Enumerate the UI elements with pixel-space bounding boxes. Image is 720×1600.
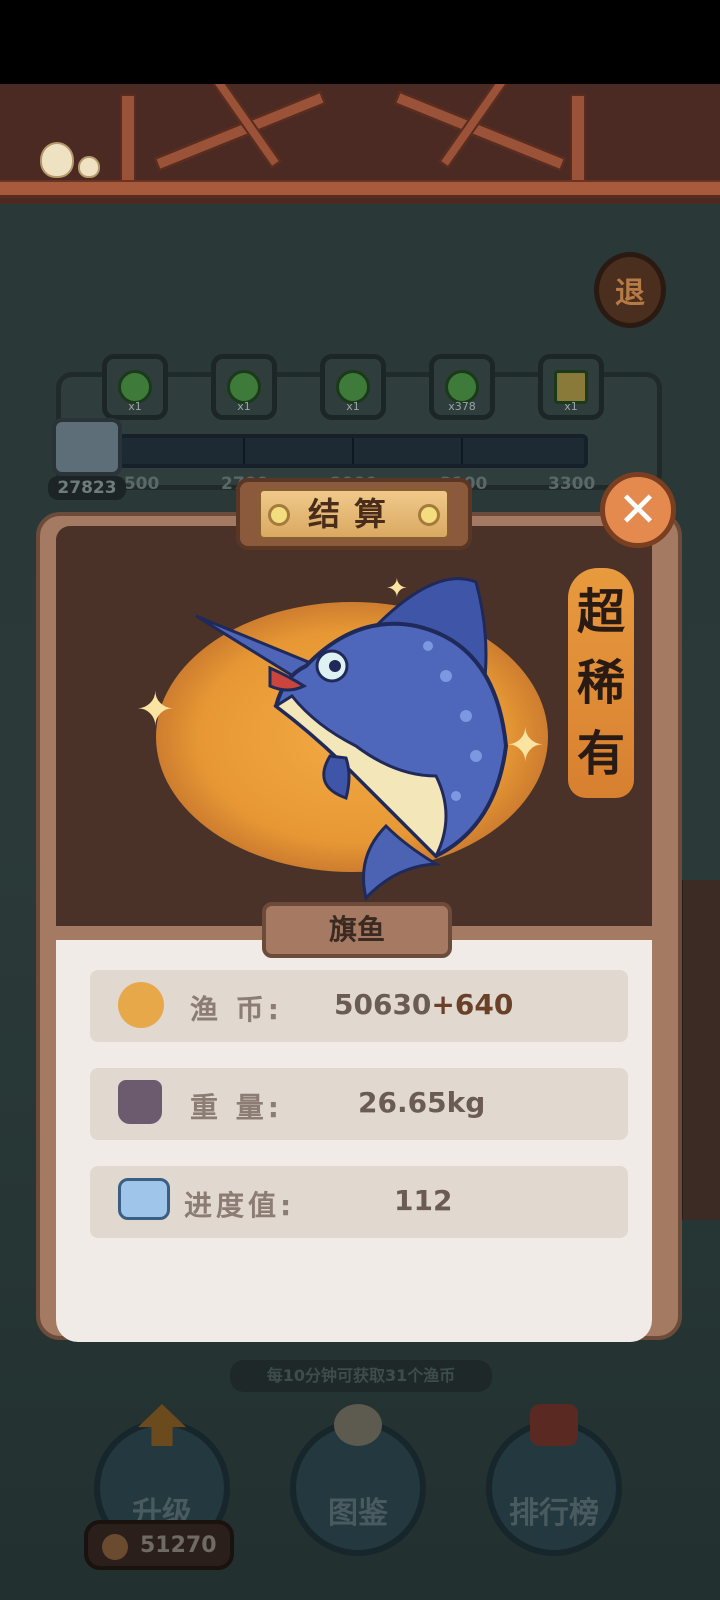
progress-divider [461,438,463,464]
coins-bonus: +640 [431,988,514,1021]
progress-card-icon [118,1178,170,1220]
swordfish-icon [195,577,509,902]
coins-value: 50630+640 [334,988,513,1021]
weight-label: 重 量: [190,1091,283,1124]
reward-count: x1 [346,400,360,413]
rivet-icon [418,504,440,526]
progress-row: 进度值: 112 [90,1166,628,1238]
check-icon [118,370,152,404]
rarity-banner: 超 稀 有 [568,568,634,798]
check-icon [336,370,370,404]
progress-divider [243,438,245,464]
progress-total: 27823 [48,476,126,500]
coins-row: 渔 币: 50630+640 [90,970,628,1042]
exit-label: 退 [615,276,645,311]
progress-card-icon [52,418,122,476]
roof-beams [0,84,720,204]
rarity-char: 有 [576,726,625,783]
coins-base: 50630 [334,988,432,1021]
ticket-icon [554,370,588,404]
status-bar [0,0,720,84]
dock [680,880,720,1220]
coin-hint: 每10分钟可获取31个渔币 [230,1360,492,1392]
reward-count: x1 [564,400,578,413]
leaderboard-label: 排行榜 [509,1496,599,1531]
reward-count: x1 [128,400,142,413]
trophy-board-icon [530,1404,578,1446]
rarity-char: 稀 [576,654,625,711]
coin-icon [118,982,164,1028]
collection-label: 图鉴 [328,1496,388,1531]
weight-row: 重 量: 26.65kg [90,1068,628,1140]
fish-art-area: ✦ ✦ ✦ [56,526,652,926]
check-icon [445,370,479,404]
reward-count: x1 [237,400,251,413]
coin-icon [102,1534,128,1560]
close-button[interactable]: ✕ [600,472,676,548]
upgrade-cost-value: 51270 [140,1533,217,1558]
fish-name: 旗鱼 [262,902,452,958]
exit-button[interactable]: 退 [594,252,666,328]
progress-label: 进度值: [184,1189,296,1222]
upgrade-cost: 51270 [84,1520,234,1570]
rarity-char: 超 [576,583,625,640]
collection-button[interactable]: 图鉴 [290,1404,426,1556]
book-icon [334,1404,382,1446]
tick-label: 3300 [548,474,596,494]
leaderboard-button[interactable]: 排行榜 [486,1404,622,1556]
close-icon: ✕ [617,482,659,538]
weight-icon [118,1080,162,1124]
coins-label: 渔 币: [190,993,283,1026]
check-icon [227,370,261,404]
weight-value: 26.65kg [358,1086,486,1119]
reward-count: x378 [448,400,476,413]
rivet-icon [268,504,290,526]
progress-divider [352,438,354,464]
progress-value: 112 [394,1184,453,1217]
